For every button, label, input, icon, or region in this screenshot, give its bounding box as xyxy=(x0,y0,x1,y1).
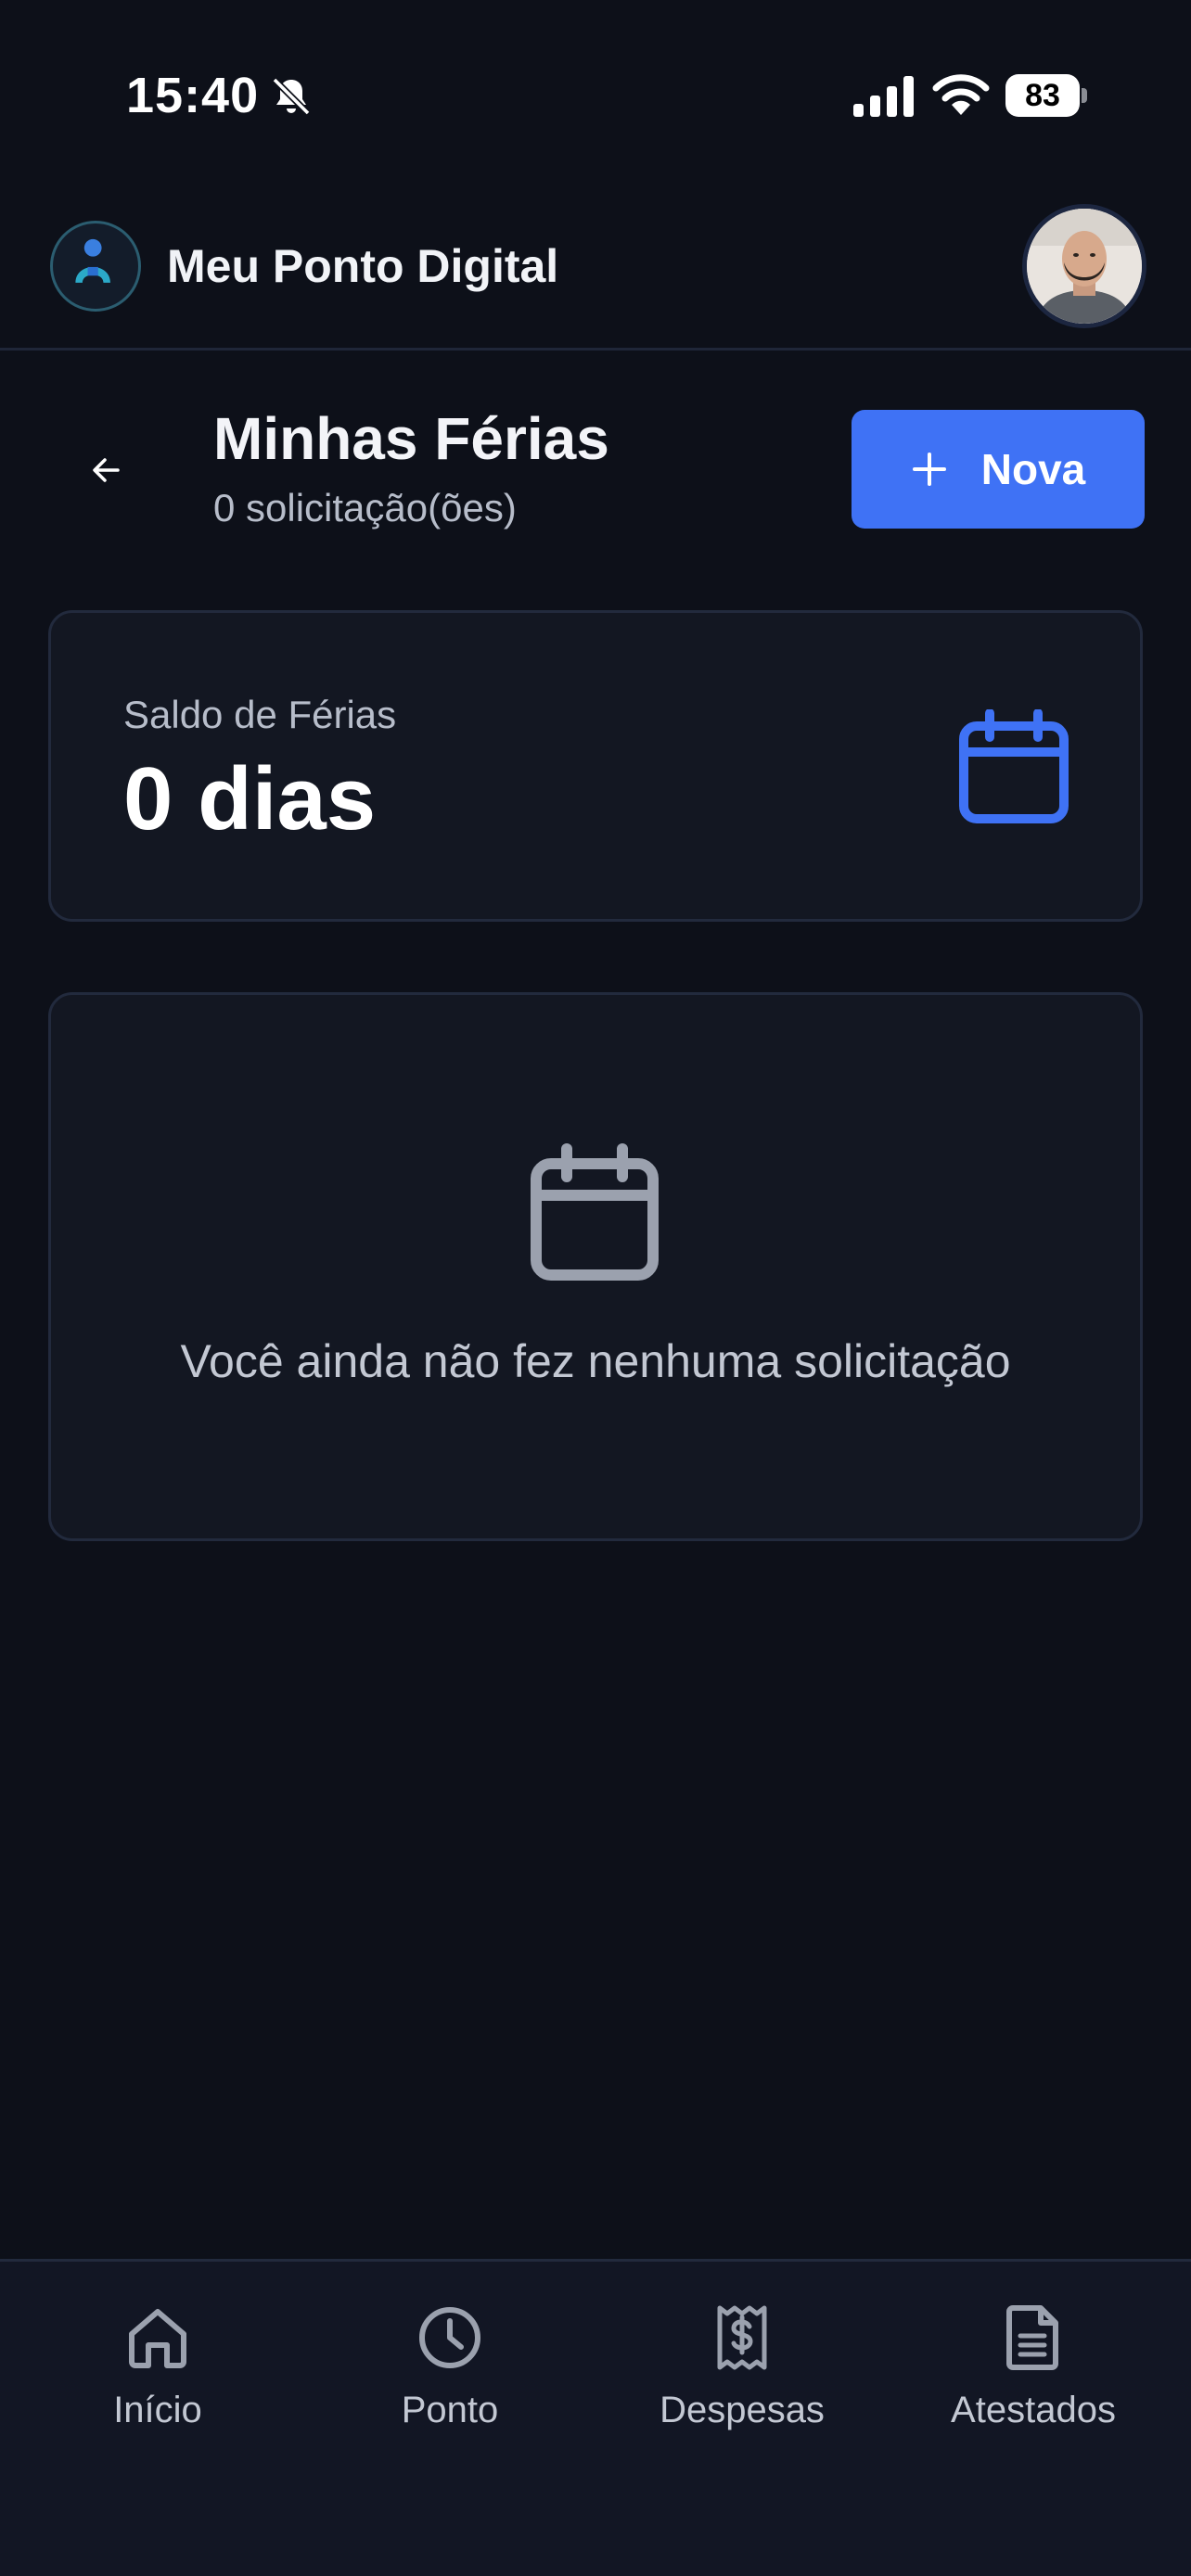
nav-label-inicio: Início xyxy=(113,2390,202,2430)
nav-item-ponto[interactable]: Ponto xyxy=(301,2302,598,2451)
page-title: Minhas Férias xyxy=(213,405,609,472)
app-logo-icon xyxy=(50,221,141,312)
vacation-balance-card: Saldo de Férias 0 dias xyxy=(48,610,1143,922)
status-time: 15:40 xyxy=(126,68,260,123)
request-count: 0 solicitação(ões) xyxy=(213,486,517,529)
battery-level: 83 xyxy=(1005,74,1080,117)
battery-nub xyxy=(1082,88,1087,103)
balance-value: 0 dias xyxy=(123,749,377,848)
wifi-icon xyxy=(932,74,990,115)
bell-off-icon xyxy=(272,77,311,116)
app-header: Meu Ponto Digital xyxy=(0,185,1191,351)
bottom-navigation: Início Ponto Despesas Atestados xyxy=(0,2259,1191,2576)
balance-label: Saldo de Férias xyxy=(123,693,397,736)
clock-icon xyxy=(419,2307,480,2368)
new-request-label: Nova xyxy=(980,445,1086,493)
nav-item-atestados[interactable]: Atestados xyxy=(885,2302,1182,2451)
home-icon xyxy=(129,2309,186,2368)
status-bar: 15:40 83 xyxy=(0,0,1191,185)
nav-label-despesas: Despesas xyxy=(660,2390,825,2430)
cellular-signal-icon xyxy=(853,76,914,117)
nav-label-ponto: Ponto xyxy=(401,2390,499,2430)
new-request-button[interactable]: Nova xyxy=(852,410,1145,529)
arrow-left-icon xyxy=(93,458,120,482)
plus-icon xyxy=(912,453,946,486)
user-avatar[interactable] xyxy=(1022,204,1146,328)
calendar-icon xyxy=(531,1143,659,1281)
app-name: Meu Ponto Digital xyxy=(167,240,559,292)
nav-item-despesas[interactable]: Despesas xyxy=(594,2302,890,2451)
battery-indicator: 83 xyxy=(1005,74,1087,117)
back-button[interactable] xyxy=(78,441,135,499)
receipt-icon xyxy=(717,2305,767,2370)
empty-state-card: Você ainda não fez nenhuma solicitação xyxy=(48,992,1143,1541)
nav-item-inicio[interactable]: Início xyxy=(9,2302,306,2451)
calendar-icon xyxy=(959,709,1069,823)
nav-label-atestados: Atestados xyxy=(951,2390,1116,2430)
empty-state-message: Você ainda não fez nenhuma solicitação xyxy=(180,1335,1011,1387)
document-icon xyxy=(1006,2305,1058,2370)
